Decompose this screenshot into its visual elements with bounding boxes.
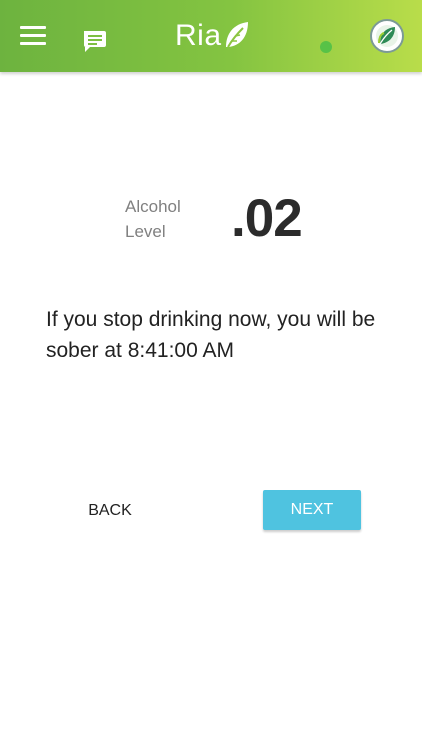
leaf-avatar-icon[interactable] bbox=[370, 19, 404, 53]
app-logo: Ria bbox=[175, 16, 249, 56]
chat-bubble-icon[interactable] bbox=[82, 29, 108, 53]
alcohol-level-value: .02 bbox=[231, 189, 303, 248]
app-name: Ria bbox=[175, 19, 222, 52]
back-button[interactable]: BACK bbox=[60, 490, 160, 531]
alcohol-level-label: Alcohol Level bbox=[125, 197, 181, 241]
next-button[interactable]: NEXT bbox=[263, 490, 361, 530]
leaf-icon bbox=[223, 20, 249, 50]
app-screen: Ria Alcohol Level .02 If you stop drinki… bbox=[0, 0, 422, 750]
top-app-bar: Ria bbox=[0, 0, 422, 72]
sober-time-message: If you stop drinking now, you will be so… bbox=[46, 308, 376, 362]
hamburger-menu-icon[interactable] bbox=[20, 26, 48, 46]
online-status-dot bbox=[320, 41, 332, 53]
